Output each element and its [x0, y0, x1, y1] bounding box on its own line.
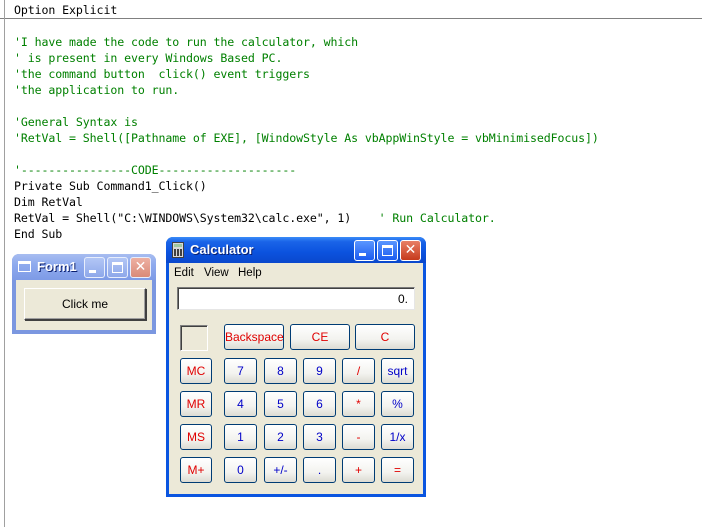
form1-title: Form1 [37, 259, 77, 274]
key-1[interactable]: 1 [224, 424, 257, 450]
calculator-icon [172, 242, 184, 258]
key-equals[interactable]: = [381, 457, 414, 483]
shell-statement: RetVal = Shell("C:\WINDOWS\System32\calc… [14, 211, 379, 225]
key-9[interactable]: 9 [303, 358, 336, 384]
memory-clear-button[interactable]: MC [180, 358, 212, 384]
key-sqrt[interactable]: sqrt [381, 358, 414, 384]
key-7[interactable]: 7 [224, 358, 257, 384]
comment-line: 'I have made the code to run the calcula… [14, 35, 359, 49]
maximize-button[interactable] [377, 240, 398, 261]
calculator-title: Calculator [190, 242, 254, 257]
close-icon: ✕ [134, 259, 147, 275]
key-divide[interactable]: / [342, 358, 375, 384]
maximize-button[interactable] [107, 257, 128, 278]
key-2[interactable]: 2 [264, 424, 297, 450]
minimize-icon [85, 258, 104, 277]
minimize-icon [355, 241, 374, 260]
key-plus-minus[interactable]: +/- [264, 457, 297, 483]
key-multiply[interactable]: * [342, 391, 375, 417]
key-8[interactable]: 8 [264, 358, 297, 384]
code-line: RetVal = Shell("C:\WINDOWS\System32\calc… [14, 210, 496, 226]
click-me-button[interactable]: Click me [24, 288, 146, 320]
form-icon [18, 261, 31, 272]
minimize-button[interactable] [84, 257, 105, 278]
key-0[interactable]: 0 [224, 457, 257, 483]
close-icon: ✕ [404, 242, 417, 258]
maximize-icon [378, 241, 397, 260]
key-5[interactable]: 5 [264, 391, 297, 417]
form1-client-area: Click me [16, 280, 152, 330]
syntax-comment-line: 'General Syntax is [14, 115, 138, 129]
key-decimal[interactable]: . [303, 457, 336, 483]
editor-margin-line [4, 0, 5, 527]
option-explicit-line: Option Explicit [14, 3, 118, 17]
comment-line: 'the command button click() event trigge… [14, 67, 310, 81]
menu-view[interactable]: View [204, 267, 229, 279]
memory-indicator [180, 325, 208, 351]
key-4[interactable]: 4 [224, 391, 257, 417]
key-6[interactable]: 6 [303, 391, 336, 417]
syntax-comment-line: 'RetVal = Shell([Pathname of EXE], [Wind… [14, 131, 599, 145]
clear-button[interactable]: C [355, 324, 415, 350]
calculator-client-area: Edit View Help 0. Backspace CE C MC MR M… [169, 263, 423, 494]
form1-window: Form1 ✕ Click me [12, 254, 156, 334]
code-line: Dim RetVal [14, 195, 83, 209]
memory-recall-button[interactable]: MR [180, 391, 212, 417]
code-line: End Sub [14, 227, 63, 241]
code-line: Private Sub Command1_Click() [14, 179, 207, 193]
close-button[interactable]: ✕ [400, 240, 421, 261]
key-add[interactable]: + [342, 457, 375, 483]
key-3[interactable]: 3 [303, 424, 336, 450]
minimize-button[interactable] [354, 240, 375, 261]
backspace-button[interactable]: Backspace [224, 324, 284, 350]
inline-comment: ' Run Calculator. [378, 211, 496, 225]
calculator-menubar: Edit View Help [169, 263, 423, 281]
key-percent[interactable]: % [381, 391, 414, 417]
calculator-window: Calculator ✕ Edit View Help 0. Backspace… [166, 237, 426, 497]
key-reciprocal[interactable]: 1/x [381, 424, 414, 450]
key-subtract[interactable]: - [342, 424, 375, 450]
form1-titlebar[interactable]: Form1 ✕ [12, 254, 156, 280]
menu-edit[interactable]: Edit [174, 267, 194, 279]
memory-store-button[interactable]: MS [180, 424, 212, 450]
comment-line: ' is present in every Windows Based PC. [14, 51, 283, 65]
clear-entry-button[interactable]: CE [290, 324, 350, 350]
calculator-titlebar[interactable]: Calculator ✕ [166, 237, 426, 263]
menu-help[interactable]: Help [238, 267, 262, 279]
calculator-display: 0. [177, 287, 415, 310]
code-separator-line: '----------------CODE-------------------… [14, 163, 297, 177]
memory-add-button[interactable]: M+ [180, 457, 212, 483]
comment-line: 'the application to run. [14, 83, 180, 97]
maximize-icon [108, 258, 127, 277]
close-button[interactable]: ✕ [130, 257, 151, 278]
